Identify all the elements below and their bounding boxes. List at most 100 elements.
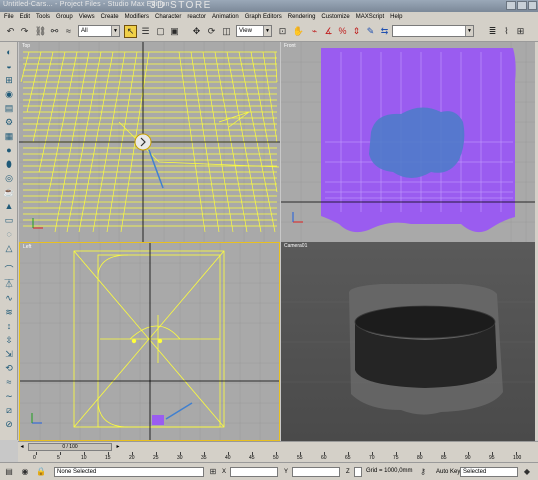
viewport-top[interactable]: Top [19,42,280,242]
menu-customize[interactable]: Customize [321,14,349,20]
reference-coord-dropdown[interactable]: View ▼ [236,25,272,37]
selected-object[interactable] [152,415,164,425]
mirror-icon[interactable]: ⇆ [378,25,391,38]
select-object-icon[interactable]: ↖ [124,25,137,38]
modify-icon[interactable]: ◒ [3,60,15,72]
undo-icon[interactable]: ↶ [4,25,17,38]
selection-filter-dropdown[interactable]: All ▼ [78,25,120,37]
menu-character[interactable]: Character [155,14,181,20]
viewport-label-front[interactable]: Front [284,43,296,49]
pyramid-icon[interactable]: △ [3,242,15,254]
x-coordinate-field[interactable] [230,467,278,477]
menu-animation[interactable]: Animation [212,14,239,20]
spinner-snap-icon[interactable]: ⇕ [350,25,363,38]
select-rotate-icon[interactable]: ⟳ [205,25,218,38]
select-by-name-icon[interactable]: ☰ [139,25,152,38]
track-ruler[interactable]: 0 5 10 15 20 25 30 35 40 45 50 55 60 65 70 75 80 85 90 95 10… [18,451,538,462]
torus-icon[interactable]: ◎ [3,172,15,184]
curve-editor-icon[interactable]: ⌇ [500,25,513,38]
y-coordinate-field[interactable] [292,467,340,477]
viewport-front[interactable]: Front [281,42,535,242]
close-button[interactable] [528,1,537,10]
modifier-twist-icon[interactable]: ∿ [3,292,15,304]
angle-snap-icon[interactable]: ∡ [322,25,335,38]
menu-rendering[interactable]: Rendering [288,14,316,20]
teapot-icon[interactable]: ☕ [3,186,15,198]
z-coordinate-field[interactable] [354,467,362,477]
menu-reactor[interactable]: reactor [187,14,206,20]
maxscript-listener-icon[interactable]: ▤ [4,466,14,477]
menu-modifiers[interactable]: Modifiers [125,14,149,20]
menu-help[interactable]: Help [390,14,402,20]
modifier-push-icon[interactable]: ⇲ [3,348,15,360]
time-slider[interactable]: 0 / 100 [28,443,112,451]
percent-snap-icon[interactable]: % [336,25,349,38]
viewport-label-top[interactable]: Top [22,43,30,49]
viewport-label-camera[interactable]: Camera01 [284,243,307,249]
create-icon[interactable]: ◐ [3,46,15,58]
viewport-camera[interactable]: Camera01 [281,242,535,441]
select-link-icon[interactable]: ⛓ [34,25,47,38]
modifier-taper-icon[interactable]: ⏄ [3,278,15,290]
menu-edit[interactable]: Edit [20,14,30,20]
modifier-noise-icon[interactable]: ≋ [3,306,15,318]
menu-maxscript[interactable]: MAXScript [356,14,384,20]
unlink-icon[interactable]: ⚯ [48,25,61,38]
light-direction [165,402,193,420]
select-manipulate-icon[interactable]: ✋ [292,25,305,38]
menu-graph-editors[interactable]: Graph Editors [245,14,282,20]
modifier-skew-icon[interactable]: ⧄ [3,404,15,416]
sphere-icon[interactable]: ● [3,144,15,156]
modifier-stretch-icon[interactable]: ↕ [3,320,15,332]
snaps-toggle-icon[interactable]: ⌁ [308,25,321,38]
key-filter-dropdown[interactable]: Selected [460,467,518,477]
named-selection-dropdown[interactable]: ▼ [392,25,474,37]
plane-icon[interactable]: ▭ [3,214,15,226]
rectangular-selection-icon[interactable]: ▢ [154,25,167,38]
utilities-icon[interactable]: ⚙ [3,116,15,128]
absolute-mode-icon[interactable]: ⊞ [208,466,218,477]
key-icon[interactable]: ⚷ [418,466,428,477]
modifier-squeeze-icon[interactable]: ⇳ [3,334,15,346]
menu-views[interactable]: Views [79,14,95,20]
hierarchy-icon[interactable]: ⊞ [3,74,15,86]
set-key-icon[interactable]: ◆ [522,466,532,477]
cylinder-icon[interactable]: ⬮ [3,158,15,170]
maximize-button[interactable] [517,1,527,10]
tube-icon[interactable]: ◌ [3,228,15,240]
bind-space-warp-icon[interactable]: ≈ [62,25,75,38]
edit-named-selection-icon[interactable]: ✎ [364,25,377,38]
display-icon[interactable]: ▤ [3,102,15,114]
minimize-button[interactable] [506,1,516,10]
modifier-wave-icon[interactable]: ∼ [3,390,15,402]
select-scale-icon[interactable]: ◫ [220,25,233,38]
menu-file[interactable]: File [4,14,14,20]
modifier-bend-icon[interactable]: ⌒ [3,264,15,276]
modifier-slice-icon[interactable]: ⊘ [3,418,15,430]
schematic-view-icon[interactable]: ⊞ [514,25,527,38]
modifier-relax-icon[interactable]: ⟲ [3,362,15,374]
motion-icon[interactable]: ◉ [3,88,15,100]
menu-group[interactable]: Group [56,14,73,20]
redo-icon[interactable]: ↷ [18,25,31,38]
window-crossing-icon[interactable]: ▣ [168,25,181,38]
menu-tools[interactable]: Tools [36,14,50,20]
selection-lock-icon[interactable]: 🔒 [36,466,46,477]
menu-create[interactable]: Create [101,14,119,20]
modifier-ripple-icon[interactable]: ≈ [3,376,15,388]
auto-key-button[interactable]: Auto Key [436,467,460,477]
viewport-label-left[interactable]: Left [23,244,31,250]
layer-manager-icon[interactable]: ≣ [486,25,499,38]
reference-coord-value: View [239,28,252,34]
cone-icon[interactable]: ▲ [3,200,15,212]
ruler-tick-label: 10 [81,455,87,461]
user-icon[interactable]: ◉ [20,466,30,477]
pivot-center-icon[interactable]: ⊡ [276,25,289,38]
pivot-point-b[interactable] [157,338,163,344]
box-icon[interactable]: ▦ [3,130,15,142]
light-icon[interactable] [134,133,152,151]
select-move-icon[interactable]: ✥ [190,25,203,38]
chevron-down-icon: ▼ [465,26,473,36]
pivot-point-a[interactable] [131,338,137,344]
viewport-left[interactable]: Left [19,242,280,441]
